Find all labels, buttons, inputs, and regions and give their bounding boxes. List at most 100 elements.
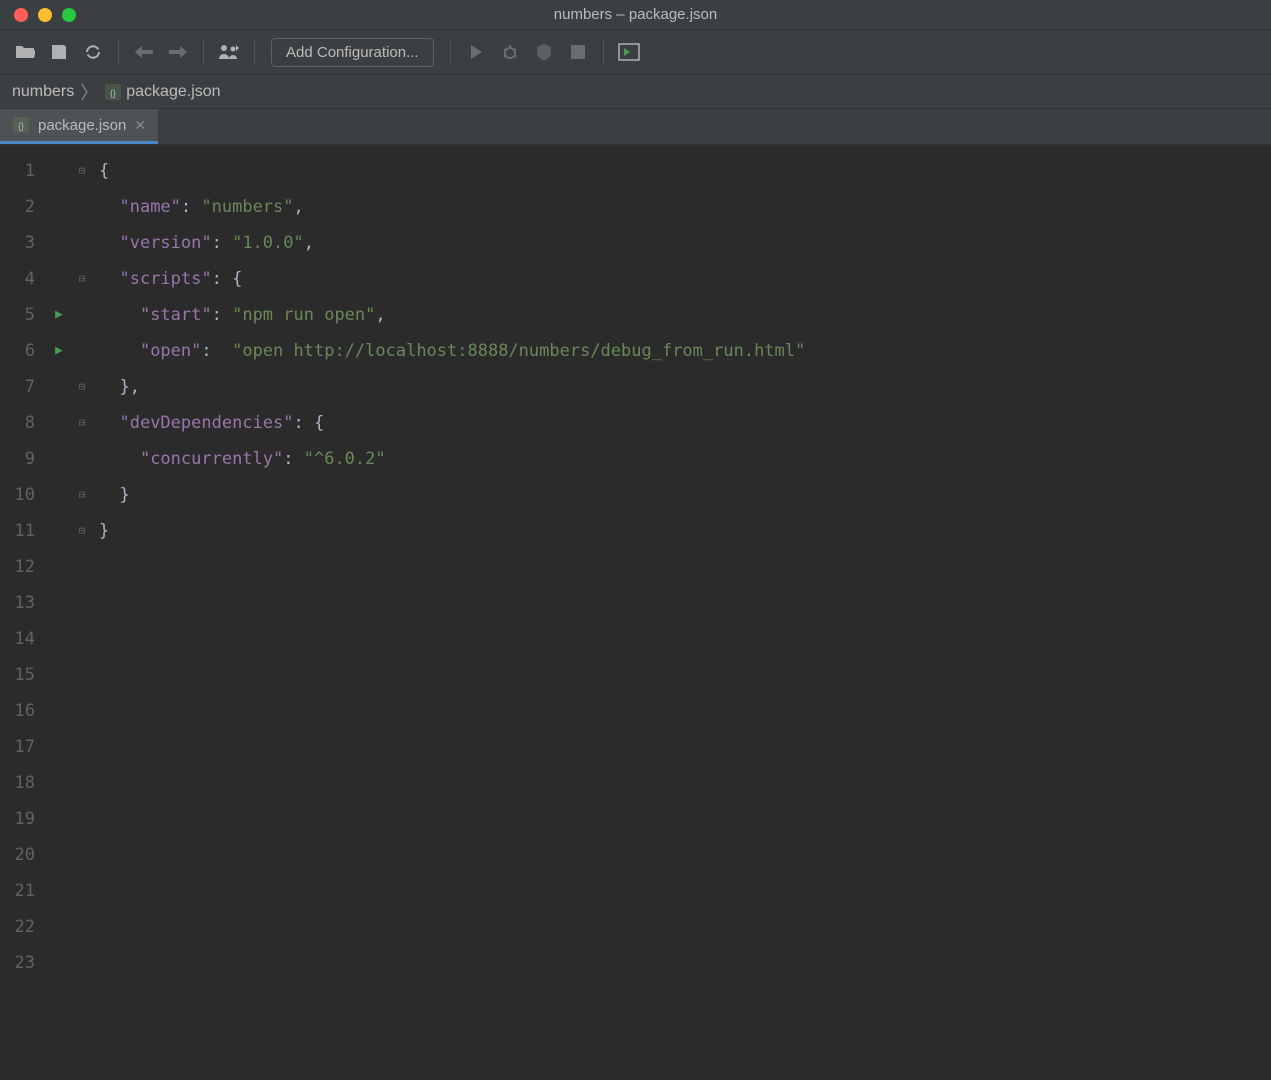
line-number[interactable]: 22 xyxy=(0,909,35,945)
line-number[interactable]: 9 xyxy=(0,441,35,477)
line-number[interactable]: 4 xyxy=(0,261,35,297)
code-area[interactable]: { "name": "numbers", "version": "1.0.0",… xyxy=(91,145,805,1080)
code-line[interactable]: }, xyxy=(99,369,805,405)
code-line[interactable] xyxy=(99,657,805,693)
gutter-blank xyxy=(45,441,73,477)
code-line[interactable] xyxy=(99,837,805,873)
sync-button[interactable] xyxy=(78,37,108,67)
line-number[interactable]: 23 xyxy=(0,945,35,981)
json-punct: } xyxy=(119,485,129,505)
run-button[interactable] xyxy=(461,37,491,67)
open-button[interactable] xyxy=(10,37,40,67)
fold-end-icon[interactable]: ⊟ xyxy=(73,477,91,513)
svg-text:{}: {} xyxy=(110,88,116,98)
line-number[interactable]: 1 xyxy=(0,153,35,189)
back-button[interactable] xyxy=(129,37,159,67)
gutter-blank xyxy=(73,801,91,837)
fold-start-icon[interactable]: ⊟ xyxy=(73,405,91,441)
breadcrumb-file-label: package.json xyxy=(126,83,220,101)
gutter-blank xyxy=(73,765,91,801)
tab-package-json[interactable]: {} package.json ✕ xyxy=(0,109,158,144)
line-number[interactable]: 10 xyxy=(0,477,35,513)
add-configuration-button[interactable]: Add Configuration... xyxy=(271,38,434,67)
run-script-icon[interactable]: ▶ xyxy=(45,333,73,369)
gutter-blank xyxy=(73,585,91,621)
maximize-window-button[interactable] xyxy=(62,8,76,22)
line-number[interactable]: 11 xyxy=(0,513,35,549)
code-line[interactable] xyxy=(99,873,805,909)
fold-gutter[interactable]: ⊟ ⊟ ⊟⊟ ⊟⊟ xyxy=(73,145,91,1080)
code-line[interactable] xyxy=(99,729,805,765)
fold-end-icon[interactable]: ⊟ xyxy=(73,369,91,405)
line-number[interactable]: 17 xyxy=(0,729,35,765)
code-line[interactable] xyxy=(99,909,805,945)
line-number[interactable]: 2 xyxy=(0,189,35,225)
json-key: "start" xyxy=(140,305,212,325)
gutter-blank xyxy=(45,369,73,405)
code-line[interactable] xyxy=(99,621,805,657)
code-line[interactable]: "scripts": { xyxy=(99,261,805,297)
json-punct: : xyxy=(181,197,201,217)
gutter-blank xyxy=(73,909,91,945)
gutter-blank xyxy=(45,765,73,801)
line-number[interactable]: 3 xyxy=(0,225,35,261)
run-script-icon[interactable]: ▶ xyxy=(45,297,73,333)
line-number[interactable]: 13 xyxy=(0,585,35,621)
debug-button[interactable] xyxy=(495,37,525,67)
fold-end-icon[interactable]: ⊟ xyxy=(73,513,91,549)
run-coverage-button[interactable] xyxy=(529,37,559,67)
close-tab-button[interactable]: ✕ xyxy=(134,117,146,134)
gutter-blank xyxy=(45,225,73,261)
gutter-blank xyxy=(73,225,91,261)
line-number-gutter[interactable]: 1234567891011121314151617181920212223 xyxy=(0,145,45,1080)
code-with-me-button[interactable] xyxy=(214,37,244,67)
line-number[interactable]: 14 xyxy=(0,621,35,657)
code-line[interactable]: "start": "npm run open", xyxy=(99,297,805,333)
code-line[interactable]: } xyxy=(99,477,805,513)
gutter-blank xyxy=(45,549,73,585)
code-line[interactable] xyxy=(99,549,805,585)
breadcrumb-project[interactable]: numbers xyxy=(12,83,74,101)
code-line[interactable] xyxy=(99,585,805,621)
line-number[interactable]: 5 xyxy=(0,297,35,333)
code-line[interactable]: { xyxy=(99,153,805,189)
line-number[interactable]: 7 xyxy=(0,369,35,405)
breadcrumb-file[interactable]: {} package.json xyxy=(104,83,220,101)
line-number[interactable]: 18 xyxy=(0,765,35,801)
code-line[interactable]: "version": "1.0.0", xyxy=(99,225,805,261)
stop-button[interactable] xyxy=(563,37,593,67)
code-line[interactable] xyxy=(99,945,805,981)
json-string: "1.0.0" xyxy=(232,233,304,253)
code-line[interactable]: "concurrently": "^6.0.2" xyxy=(99,441,805,477)
code-line[interactable] xyxy=(99,765,805,801)
line-number[interactable]: 21 xyxy=(0,873,35,909)
fold-start-icon[interactable]: ⊟ xyxy=(73,261,91,297)
code-line[interactable] xyxy=(99,801,805,837)
line-number[interactable]: 20 xyxy=(0,837,35,873)
line-number[interactable]: 12 xyxy=(0,549,35,585)
line-number[interactable]: 19 xyxy=(0,801,35,837)
run-gutter[interactable]: ▶▶ xyxy=(45,145,73,1080)
gutter-blank xyxy=(73,297,91,333)
gutter-blank xyxy=(73,837,91,873)
svg-text:{}: {} xyxy=(18,121,24,131)
gutter-blank xyxy=(45,945,73,981)
fold-start-icon[interactable]: ⊟ xyxy=(73,153,91,189)
run-anything-button[interactable] xyxy=(614,37,644,67)
line-number[interactable]: 6 xyxy=(0,333,35,369)
save-all-button[interactable] xyxy=(44,37,74,67)
line-number[interactable]: 15 xyxy=(0,657,35,693)
code-line[interactable]: } xyxy=(99,513,805,549)
forward-button[interactable] xyxy=(163,37,193,67)
line-number[interactable]: 8 xyxy=(0,405,35,441)
code-line[interactable]: "name": "numbers", xyxy=(99,189,805,225)
code-line[interactable]: "open": "open http://localhost:8888/numb… xyxy=(99,333,805,369)
line-number[interactable]: 16 xyxy=(0,693,35,729)
code-line[interactable]: "devDependencies": { xyxy=(99,405,805,441)
window-title: numbers – package.json xyxy=(554,6,717,23)
gutter-blank xyxy=(73,441,91,477)
code-line[interactable] xyxy=(99,693,805,729)
minimize-window-button[interactable] xyxy=(38,8,52,22)
close-window-button[interactable] xyxy=(14,8,28,22)
code-editor[interactable]: 1234567891011121314151617181920212223 ▶▶… xyxy=(0,145,1271,1080)
